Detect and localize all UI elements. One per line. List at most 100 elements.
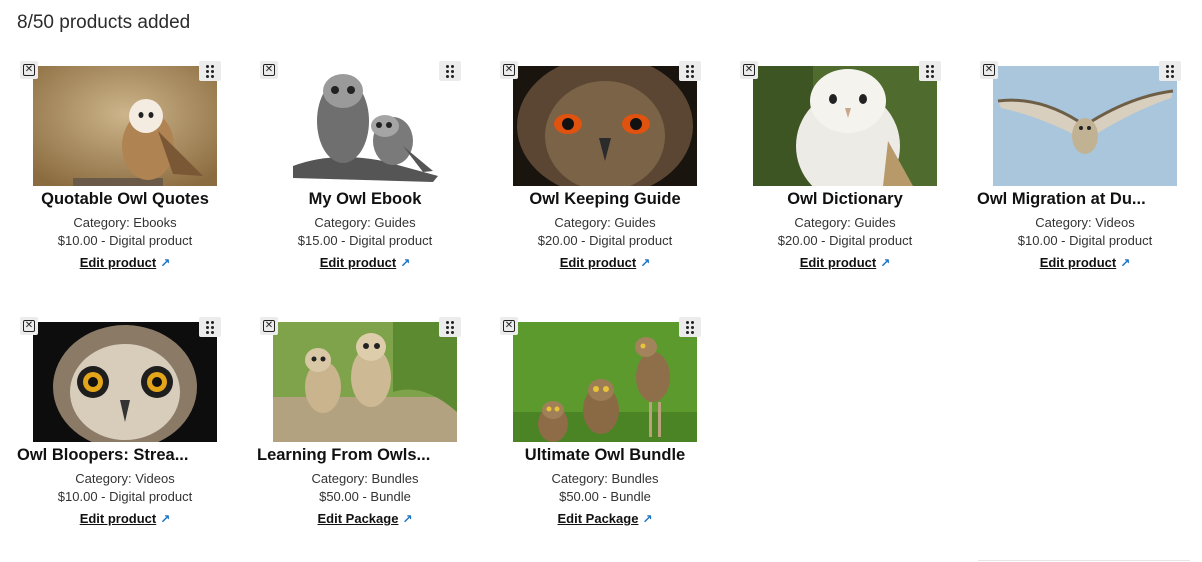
flying-owl-photo-icon [993,66,1177,186]
drag-handle-button[interactable] [1159,61,1181,81]
product-image [33,66,217,186]
drag-handle-button[interactable] [199,61,221,81]
product-card: ✕ Owl Bloopers: Strea... Category: Video… [17,313,247,543]
edit-link-label: Edit product [1039,255,1117,270]
product-image [513,322,697,442]
external-arrow-icon: ↗ [402,512,413,526]
remove-product-button[interactable]: ✕ [260,317,278,335]
product-card: ✕ Owl Migration at Du... Category: Video… [977,57,1202,287]
product-title: Learning From Owls... [257,446,431,464]
white-owl-photo-icon [753,66,937,186]
edit-link-label: Edit product [79,511,157,526]
close-icon: ✕ [503,320,515,332]
remove-product-button[interactable]: ✕ [740,61,758,79]
product-card: ✕ Ultimate Owl Bundle Category: Bundles … [497,313,727,543]
edit-link-label: Edit product [79,255,157,270]
edit-package-link[interactable]: Edit Package ↗ [497,511,713,526]
drag-dots-icon [686,320,694,334]
edit-link-label: Edit product [319,255,397,270]
edit-link-label: Edit Package [317,511,399,526]
eagle-owl-eyes-photo-icon [513,66,697,186]
drag-handle-button[interactable] [439,61,461,81]
product-price: $20.00 - Digital product [537,233,673,248]
close-icon: ✕ [743,64,755,76]
external-arrow-icon: ↗ [642,512,653,526]
product-price: $10.00 - Digital product [1017,233,1153,248]
remove-product-button[interactable]: ✕ [980,61,998,79]
drag-dots-icon [206,64,214,78]
products-panel: 8/50 products added ✕ Quotable Owl Quote… [0,0,1202,562]
edit-product-link[interactable]: Edit product ↗ [17,255,233,270]
external-arrow-icon: ↗ [160,256,171,270]
close-icon: ✕ [263,320,275,332]
product-price: $10.00 - Digital product [57,489,193,504]
remove-product-button[interactable]: ✕ [20,317,38,335]
edit-product-link[interactable]: Edit product ↗ [17,511,233,526]
product-image [513,66,697,186]
product-category: Category: Ebooks [73,215,177,230]
product-title: Owl Bloopers: Strea... [17,446,189,464]
product-card: ✕ Quotable Owl Quotes Category: Ebooks $… [17,57,247,287]
product-title: Ultimate Owl Bundle [524,446,686,464]
edit-product-link[interactable]: Edit product ↗ [977,255,1193,270]
product-title: Quotable Owl Quotes [41,190,209,208]
edit-link-label: Edit product [559,255,637,270]
product-card: ✕ My Owl Ebook Category: Guides $15.00 -… [257,57,487,287]
drag-dots-icon [686,64,694,78]
edit-link-label: Edit product [799,255,877,270]
product-image [273,322,457,442]
edit-product-link[interactable]: Edit product ↗ [497,255,713,270]
product-price: $50.00 - Bundle [559,489,651,504]
edit-package-link[interactable]: Edit Package ↗ [257,511,473,526]
product-image [993,66,1177,186]
product-category: Category: Bundles [311,471,419,486]
products-count: 8/50 products added [17,12,191,33]
drag-dots-icon [206,320,214,334]
drag-handle-button[interactable] [679,317,701,337]
close-icon: ✕ [263,64,275,76]
product-card: ✕ Owl Dictionary Category: Guides $20.00… [737,57,967,287]
edit-product-link[interactable]: Edit product ↗ [737,255,953,270]
close-icon: ✕ [503,64,515,76]
remove-product-button[interactable]: ✕ [20,61,38,79]
owlets-photo-icon [273,322,457,442]
close-icon: ✕ [983,64,995,76]
drag-dots-icon [446,320,454,334]
product-image [753,66,937,186]
external-arrow-icon: ↗ [880,256,891,270]
remove-product-button[interactable]: ✕ [260,61,278,79]
product-image [33,322,217,442]
product-image [273,66,457,186]
external-arrow-icon: ↗ [160,512,171,526]
drag-handle-button[interactable] [919,61,941,81]
close-icon: ✕ [23,64,35,76]
product-price: $10.00 - Digital product [57,233,193,248]
edit-product-link[interactable]: Edit product ↗ [257,255,473,270]
product-category: Category: Videos [75,471,175,486]
horned-owl-face-photo-icon [33,322,217,442]
remove-product-button[interactable]: ✕ [500,317,518,335]
product-title: Owl Migration at Du... [977,190,1146,208]
external-arrow-icon: ↗ [400,256,411,270]
drag-handle-button[interactable] [199,317,221,337]
external-arrow-icon: ↗ [640,256,651,270]
product-card: ✕ Owl Keeping Guide Category: Guides $20… [497,57,727,287]
edit-link-label: Edit Package [557,511,639,526]
remove-product-button[interactable]: ✕ [500,61,518,79]
barn-owl-photo-icon [33,66,217,186]
close-icon: ✕ [23,320,35,332]
drag-handle-button[interactable] [439,317,461,337]
product-title: My Owl Ebook [308,190,422,208]
product-title: Owl Dictionary [787,190,903,208]
product-category: Category: Bundles [551,471,659,486]
product-category: Category: Guides [554,215,656,230]
drag-handle-button[interactable] [679,61,701,81]
product-price: $50.00 - Bundle [319,489,411,504]
product-category: Category: Guides [314,215,416,230]
drag-dots-icon [926,64,934,78]
product-category: Category: Guides [794,215,896,230]
burrowing-owls-photo-icon [513,322,697,442]
product-price: $15.00 - Digital product [297,233,433,248]
product-category: Category: Videos [1035,215,1135,230]
bottom-divider [978,560,1190,561]
